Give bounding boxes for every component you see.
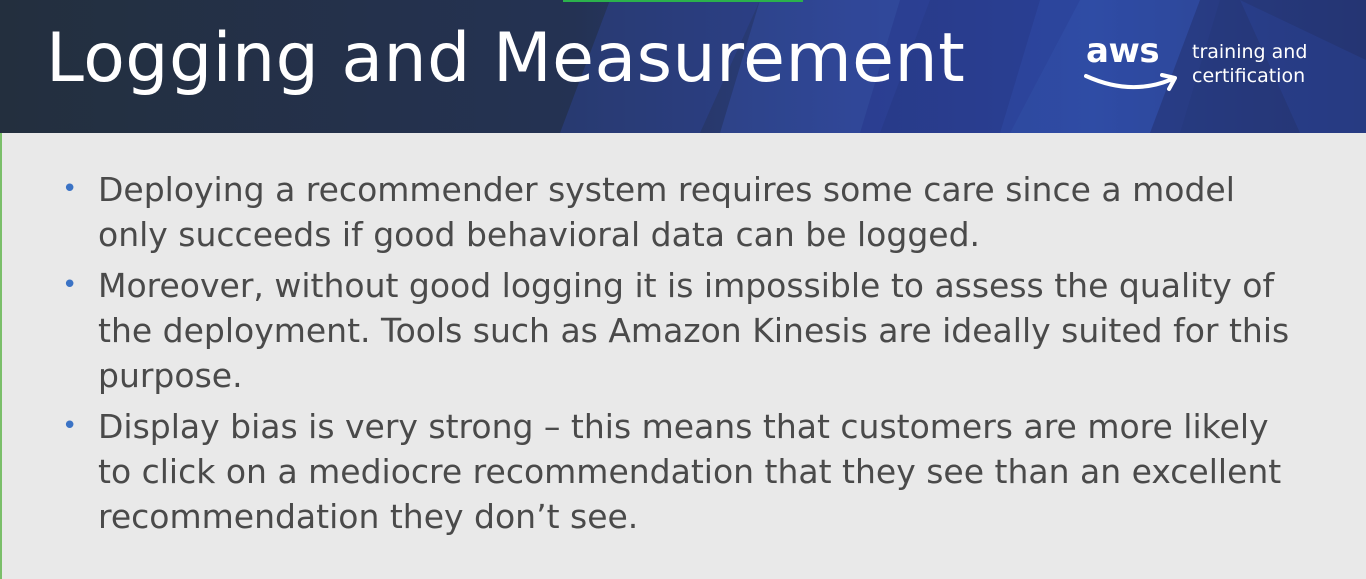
bullet-item: • Display bias is very strong – this mea…	[60, 404, 1310, 539]
bullet-list: • Deploying a recommender system require…	[60, 167, 1310, 545]
slide-body: • Deploying a recommender system require…	[0, 133, 1366, 579]
logo-tagline: training and certification	[1192, 40, 1307, 88]
bullet-text: Display bias is very strong – this means…	[98, 407, 1282, 536]
slide-title: Logging and Measurement	[46, 19, 966, 98]
bullet-marker: •	[62, 270, 78, 300]
bullet-item: • Deploying a recommender system require…	[60, 167, 1310, 257]
header-top-accent	[563, 0, 803, 2]
aws-smile-icon	[1084, 73, 1177, 91]
bullet-item: • Moreover, without good logging it is i…	[60, 263, 1310, 398]
tagline-line-1: training and	[1192, 41, 1308, 63]
bullet-marker: •	[62, 411, 78, 441]
bullet-marker: •	[62, 174, 78, 204]
bullet-text: Deploying a recommender system requires …	[98, 170, 1235, 254]
aws-wordmark: aws	[1086, 31, 1160, 71]
slide-header: Logging and Measurement aws training and…	[0, 0, 1366, 133]
bullet-text: Moreover, without good logging it is imp…	[98, 266, 1290, 395]
tagline-line-2: certification	[1192, 65, 1306, 87]
aws-training-certification-logo: aws training and certification	[1084, 34, 1334, 104]
slide: Logging and Measurement aws training and…	[0, 0, 1366, 579]
